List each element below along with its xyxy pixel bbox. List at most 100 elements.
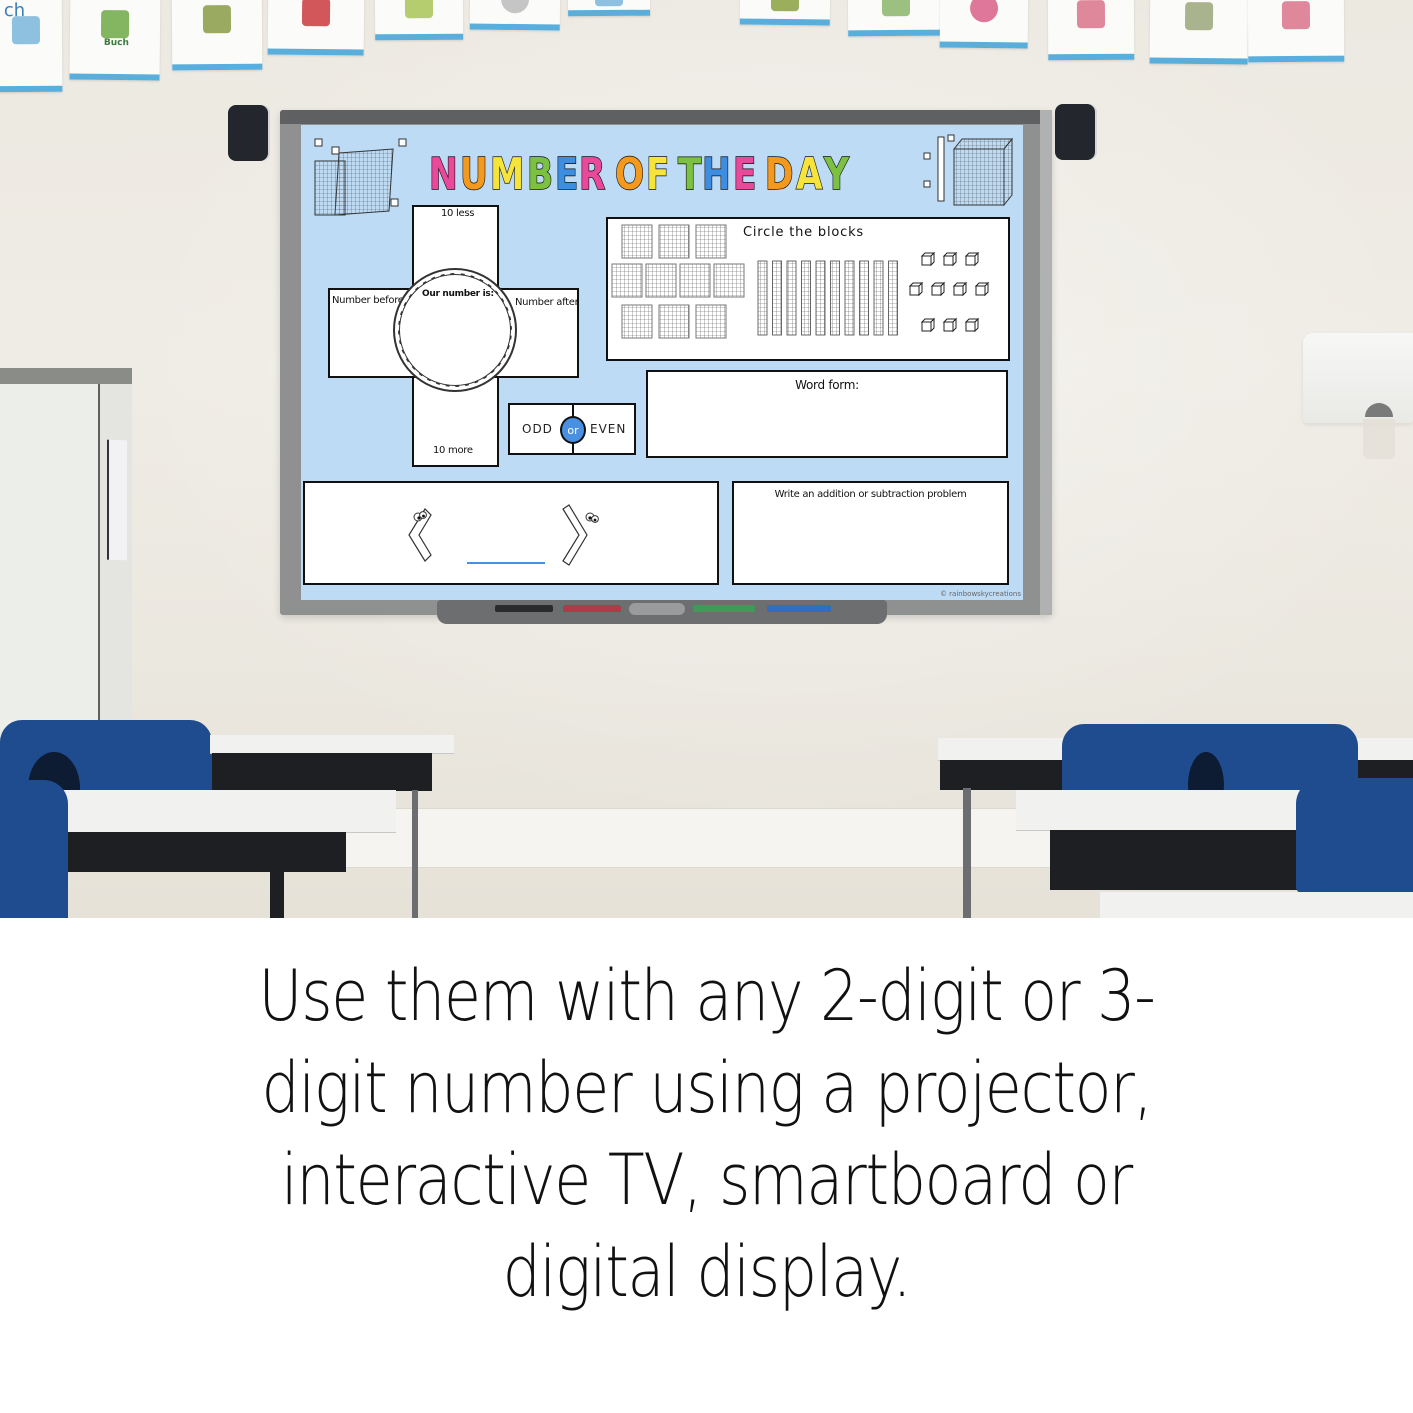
ten-rod[interactable] — [859, 260, 869, 336]
hundred-flat[interactable] — [695, 224, 727, 259]
ten-rod[interactable] — [888, 260, 898, 336]
wall-card — [847, 0, 945, 37]
hundred-flat[interactable] — [621, 304, 653, 339]
ten-more-label: 10 more — [433, 445, 473, 456]
nest-icon — [202, 5, 232, 34]
circle-the-blocks-box[interactable]: Circle the blocks — [606, 217, 1010, 361]
caption-line-4: digital display. — [502, 1231, 912, 1313]
classroom-photo: ch Buch N U M B E R O F T H E D A Y 10 l… — [0, 0, 1413, 918]
ten-rod[interactable] — [830, 260, 840, 336]
frog-icon — [770, 0, 800, 11]
one-cube[interactable] — [942, 251, 958, 267]
wall-card — [1047, 0, 1135, 61]
caption: Use them with any 2-digit or 3- digit nu… — [0, 950, 1413, 1318]
title-letter: T — [678, 149, 703, 200]
ball-icon — [969, 0, 999, 23]
clock-icon — [500, 0, 530, 14]
odd-even-box[interactable]: ODD or EVEN — [508, 403, 636, 455]
wall-card — [739, 0, 831, 26]
less-than-icon — [408, 508, 432, 562]
title-letter: N — [428, 149, 458, 200]
ten-rod[interactable] — [815, 260, 826, 336]
title-letter: D — [765, 149, 795, 200]
scissors-icon — [1281, 1, 1311, 30]
book-icon — [100, 10, 130, 39]
hundred-flat[interactable] — [679, 263, 711, 298]
wall-card-label: Buch — [103, 37, 129, 49]
wall-card — [469, 0, 561, 31]
black-pen-icon — [495, 605, 553, 612]
chair — [1296, 778, 1413, 893]
word-form-box[interactable]: Word form: — [646, 370, 1008, 458]
chair — [0, 780, 68, 918]
card-icon — [594, 0, 624, 7]
title-letter: B — [527, 149, 554, 200]
base-ten-blocks — [611, 224, 990, 339]
or-badge: or — [560, 416, 586, 444]
hundred-flat[interactable] — [658, 224, 690, 259]
title-letter: F — [646, 149, 671, 200]
ten-rod[interactable] — [786, 260, 797, 336]
one-cube[interactable] — [952, 281, 968, 297]
ten-rod[interactable] — [873, 260, 884, 336]
one-cube[interactable] — [964, 251, 980, 267]
wall-card: ch — [0, 0, 63, 93]
red-pen-icon — [563, 605, 621, 612]
cabinet — [0, 368, 132, 738]
ten-rod[interactable] — [844, 260, 855, 336]
even-option[interactable]: EVEN — [590, 422, 626, 436]
compare-box[interactable] — [303, 481, 719, 585]
word-form-label: Word form: — [795, 378, 859, 392]
base-ten-cube-icon — [923, 134, 1014, 207]
blue-pen-icon — [767, 605, 831, 612]
title-letter: Y — [823, 149, 849, 200]
caption-line-2: digit number using a projector, — [261, 1047, 1153, 1129]
hundred-flat[interactable] — [695, 304, 727, 339]
pen-tray — [437, 600, 887, 624]
wall-card — [267, 0, 365, 56]
title-letter: E — [733, 149, 758, 200]
wall-card — [171, 0, 263, 71]
addition-subtraction-box[interactable]: Write an addition or subtraction problem — [732, 481, 1009, 585]
one-cube[interactable] — [964, 317, 980, 333]
one-cube[interactable] — [942, 317, 958, 333]
hundred-flat[interactable] — [621, 224, 653, 259]
base-ten-flats-icon — [314, 138, 407, 216]
caption-line-3: interactive TV, smartboard or — [280, 1139, 1133, 1221]
title-letter: M — [489, 149, 524, 200]
page-title: NUMBEROFTHEDAY — [428, 137, 849, 200]
wall-card — [374, 0, 464, 41]
our-number-circle[interactable] — [393, 268, 517, 392]
compare-symbols — [408, 504, 599, 566]
greater-than-icon — [562, 504, 599, 566]
one-cube[interactable] — [920, 251, 936, 267]
one-cube[interactable] — [920, 317, 936, 333]
wall-card-label: ch — [3, 0, 26, 22]
desk — [1016, 790, 1316, 830]
towel-dispenser — [1303, 333, 1413, 459]
number-before-label: Number before — [332, 295, 404, 306]
wall-card — [939, 0, 1029, 49]
caption-line-1: Use them with any 2-digit or 3- — [258, 955, 1155, 1037]
box-icon — [404, 0, 434, 19]
hundred-flat[interactable] — [645, 263, 677, 298]
one-cube[interactable] — [908, 281, 924, 297]
hundred-flat[interactable] — [658, 304, 690, 339]
one-cube[interactable] — [930, 281, 946, 297]
ten-rod[interactable] — [772, 260, 782, 336]
ten-rod[interactable] — [757, 260, 768, 336]
teapot-icon — [301, 0, 331, 26]
ten-rod[interactable] — [801, 260, 811, 336]
house-icon — [881, 0, 911, 17]
taped-note — [107, 439, 127, 561]
title-letter: R — [578, 149, 606, 200]
left-speaker-icon — [228, 105, 268, 161]
hundred-flat[interactable] — [713, 263, 745, 298]
problem-prompt: Write an addition or subtraction problem — [774, 489, 967, 500]
title-letter: E — [554, 149, 579, 200]
one-cube[interactable] — [974, 281, 990, 297]
number-after-label: Number after — [515, 297, 579, 308]
odd-option[interactable]: ODD — [522, 422, 553, 436]
our-number-label: Our number is: — [422, 289, 494, 299]
hundred-flat[interactable] — [611, 263, 643, 298]
